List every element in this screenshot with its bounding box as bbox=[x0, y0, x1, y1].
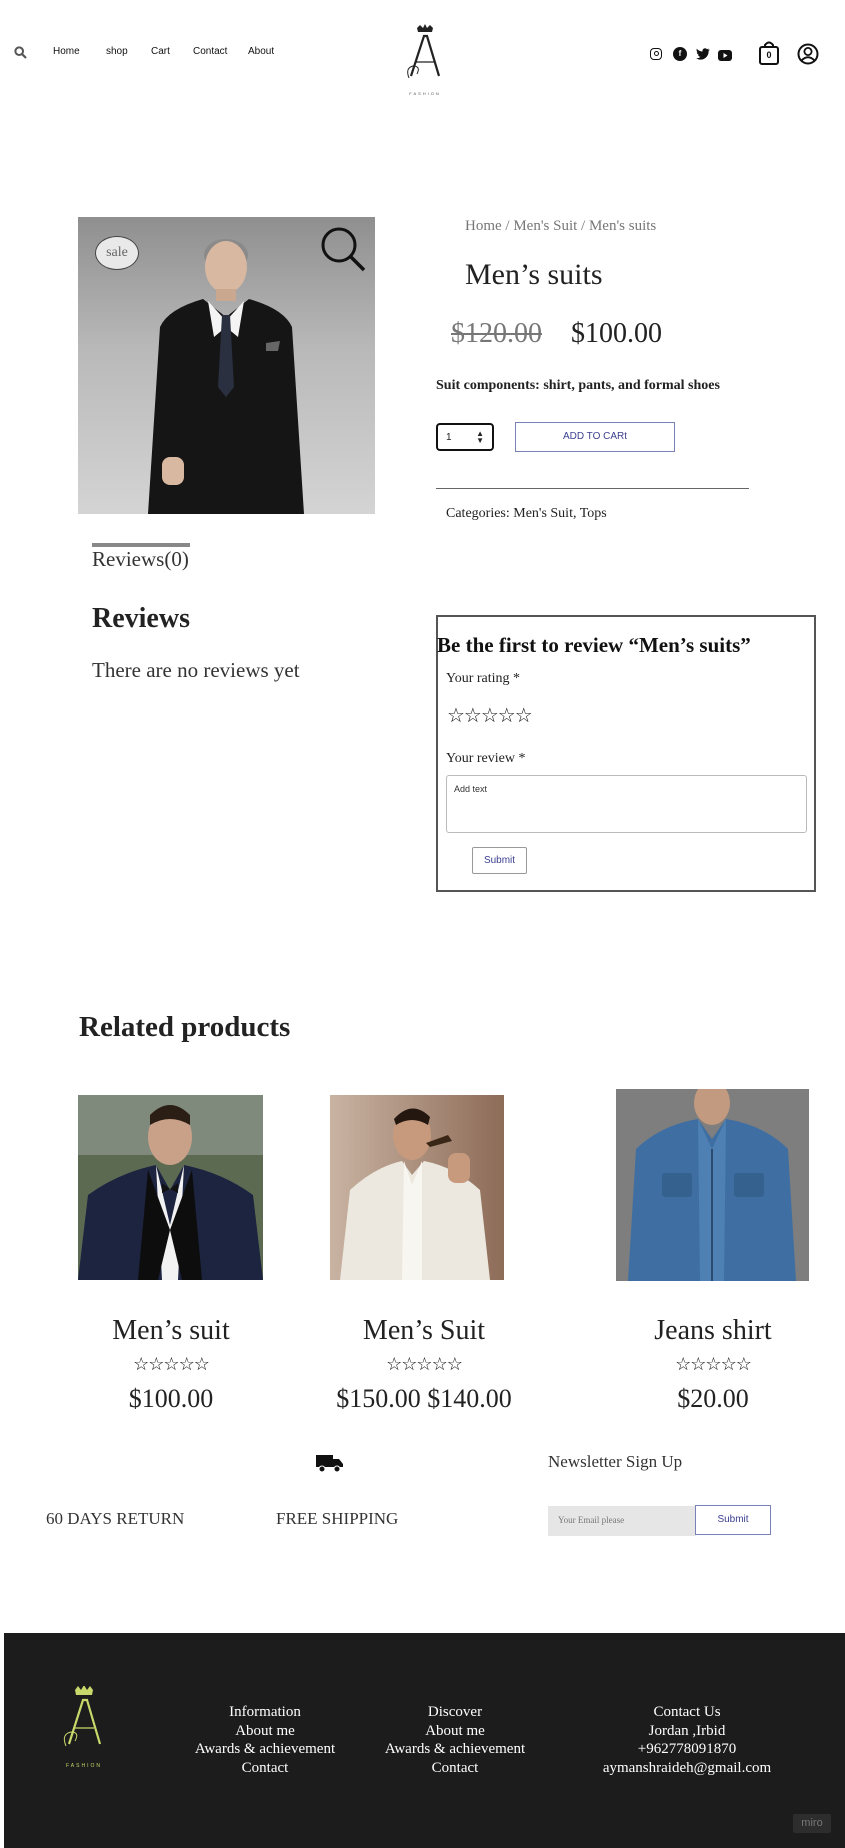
account-icon[interactable] bbox=[797, 43, 819, 70]
footer-logo[interactable]: FASHION bbox=[60, 1685, 108, 1770]
related-product-price: $20.00 bbox=[677, 1384, 749, 1413]
related-product-image-1[interactable] bbox=[78, 1095, 263, 1280]
related-product-stars: ☆☆☆☆☆ bbox=[675, 1354, 752, 1374]
review-form-title: Be the first to review “Men’s suits” bbox=[437, 633, 751, 657]
rating-label: Your rating * bbox=[446, 671, 521, 686]
related-product-name[interactable]: Men’s Suit bbox=[294, 1315, 554, 1347]
shipping-feature: FREE SHIPPING bbox=[276, 1509, 399, 1528]
footer-column-information: Information About me Awards & achievemen… bbox=[185, 1703, 345, 1777]
newsletter-email-input[interactable]: Your Email please bbox=[548, 1506, 696, 1536]
related-product-name[interactable]: Jeans shirt bbox=[583, 1315, 843, 1347]
footer-link[interactable]: Contact bbox=[185, 1759, 345, 1778]
footer-column-discover: Discover About me Awards & achievement C… bbox=[375, 1703, 535, 1777]
footer-address: Jordan ,Irbid bbox=[648, 1722, 726, 1739]
related-product-price: $100.00 bbox=[128, 1384, 214, 1413]
footer-column-contact: Contact Us Jordan ,Irbid +962778091870 a… bbox=[592, 1703, 782, 1777]
returns-feature: 60 DAYS RETURN bbox=[46, 1509, 185, 1528]
cart-icon[interactable]: 0 bbox=[758, 41, 780, 70]
nav-contact[interactable]: Contact bbox=[193, 46, 227, 57]
newsletter-submit-button[interactable]: Submit bbox=[695, 1505, 771, 1535]
product-categories[interactable]: Categories: Men's Suit, Tops bbox=[446, 506, 607, 522]
review-textarea[interactable]: Add text bbox=[446, 775, 807, 833]
footer-link[interactable]: About me bbox=[375, 1722, 535, 1741]
breadcrumb[interactable]: Home / Men's Suit / Men's suits bbox=[465, 218, 656, 235]
stepper-arrows-icon[interactable]: ▲ ▼ bbox=[476, 430, 484, 445]
footer-logo-subtext: FASHION bbox=[66, 1763, 102, 1769]
related-product-image-2[interactable] bbox=[330, 1095, 504, 1280]
footer-link[interactable]: About me bbox=[185, 1722, 345, 1741]
newsletter-heading: Newsletter Sign Up bbox=[548, 1452, 683, 1471]
nav-home[interactable]: Home bbox=[53, 46, 80, 57]
add-to-cart-button[interactable]: ADD TO CARt bbox=[515, 422, 675, 452]
instagram-icon[interactable] bbox=[650, 48, 662, 60]
zoom-icon[interactable] bbox=[319, 225, 367, 278]
review-submit-button[interactable]: Submit bbox=[472, 847, 527, 874]
brand-logo[interactable]: FASHION bbox=[403, 24, 447, 96]
related-product-name[interactable]: Men’s suit bbox=[41, 1315, 301, 1347]
no-reviews-text: There are no reviews yet bbox=[92, 658, 300, 682]
sale-badge: sale bbox=[95, 236, 139, 270]
footer-link[interactable]: Awards & achievement bbox=[375, 1740, 535, 1759]
related-product-price: $150.00 $140.00 bbox=[336, 1384, 512, 1413]
truck-icon bbox=[316, 1453, 344, 1478]
footer-heading: Information bbox=[229, 1704, 301, 1720]
quantity-value: 1 bbox=[446, 432, 452, 443]
facebook-icon[interactable]: f bbox=[673, 47, 687, 61]
divider bbox=[436, 488, 749, 489]
nav-cart[interactable]: Cart bbox=[151, 46, 170, 57]
review-label: Your review * bbox=[446, 751, 526, 766]
miro-watermark: miro bbox=[793, 1814, 831, 1833]
related-product-stars: ☆☆☆☆☆ bbox=[133, 1354, 210, 1374]
reviews-heading: Reviews bbox=[92, 603, 190, 634]
footer-heading: Contact Us bbox=[653, 1704, 721, 1720]
nav-about[interactable]: About bbox=[248, 46, 274, 57]
product-title: Men’s suits bbox=[465, 258, 603, 291]
product-description: Suit components: shirt, pants, and forma… bbox=[436, 378, 720, 393]
footer-link[interactable]: Contact bbox=[375, 1759, 535, 1778]
related-product-stars: ☆☆☆☆☆ bbox=[386, 1354, 463, 1374]
old-price: $120.00 bbox=[451, 318, 542, 349]
quantity-stepper[interactable]: 1 ▲ ▼ bbox=[436, 423, 494, 451]
rating-stars[interactable]: ☆☆☆☆☆ bbox=[447, 703, 533, 728]
cart-count: 0 bbox=[766, 50, 772, 60]
related-products-heading: Related products bbox=[79, 1011, 291, 1043]
youtube-icon[interactable] bbox=[718, 48, 732, 66]
footer-link[interactable]: Awards & achievement bbox=[185, 1740, 345, 1759]
search-icon[interactable] bbox=[14, 46, 27, 64]
twitter-icon[interactable] bbox=[696, 47, 710, 65]
footer-email[interactable]: aymanshraideh@gmail.com bbox=[592, 1759, 782, 1778]
logo-subtext: FASHION bbox=[409, 91, 441, 96]
tab-reviews[interactable]: Reviews(0) bbox=[92, 547, 189, 572]
nav-shop[interactable]: shop bbox=[106, 46, 128, 57]
sale-price: $100.00 bbox=[571, 318, 662, 349]
related-product-image-3[interactable] bbox=[616, 1089, 809, 1281]
footer-heading: Discover bbox=[427, 1704, 483, 1720]
footer-phone[interactable]: +962778091870 bbox=[592, 1740, 782, 1759]
